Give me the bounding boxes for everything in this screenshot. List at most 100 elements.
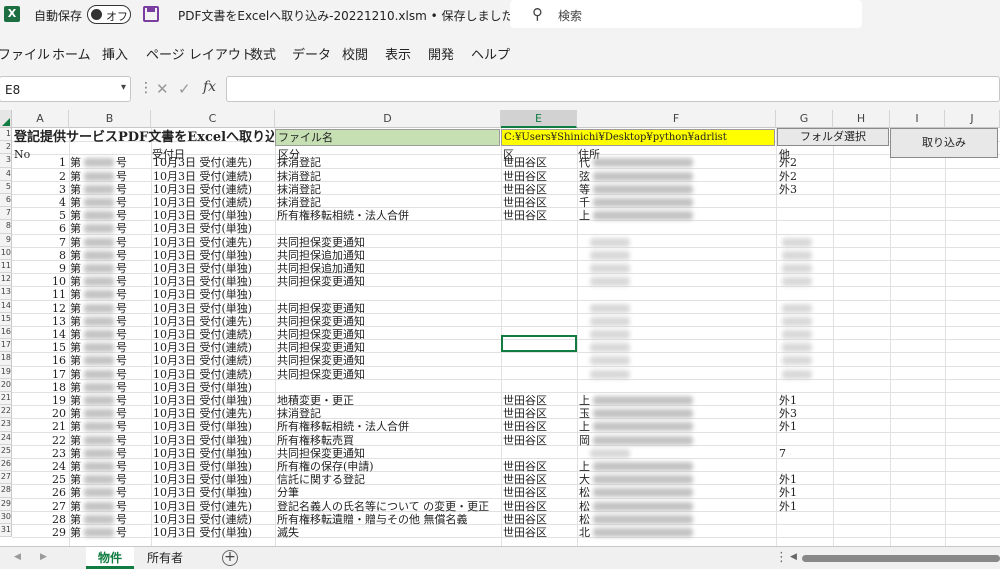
row-header-13[interactable]: 13	[0, 286, 12, 300]
cell-number-prefix[interactable]: 第	[70, 526, 84, 539]
cell-receipt-date[interactable]: 10月3日 受付(単独)	[153, 302, 275, 315]
cell-receipt-date[interactable]: 10月3日 受付(単独)	[153, 473, 275, 486]
cell-number-prefix[interactable]: 第	[70, 183, 84, 196]
cell-receipt-date[interactable]: 10月3日 受付(単独)	[153, 460, 275, 473]
menu-view[interactable]: 表示	[385, 44, 411, 63]
cell-number-suffix[interactable]: 号	[116, 447, 130, 460]
cell-category[interactable]: 信託に関する登記	[277, 473, 501, 486]
menu-home[interactable]: ホーム	[52, 44, 91, 63]
row-header-24[interactable]: 24	[0, 431, 12, 445]
row-header-4[interactable]: 4	[0, 167, 12, 181]
column-header-b[interactable]: B	[69, 110, 151, 128]
column-header-f[interactable]: F	[577, 110, 776, 128]
cell-number-prefix[interactable]: 第	[70, 262, 84, 275]
cell-category[interactable]: 共同担保変更通知	[277, 236, 501, 249]
insert-function-icon[interactable]: fx	[203, 79, 216, 95]
row-header-6[interactable]: 6	[0, 194, 12, 208]
cell-number-suffix[interactable]: 号	[116, 394, 130, 407]
cell-number-suffix[interactable]: 号	[116, 222, 130, 235]
column-header-j[interactable]: J	[945, 110, 1000, 128]
cell-number-prefix[interactable]: 第	[70, 196, 84, 209]
cell-receipt-date[interactable]: 10月3日 受付(連続)	[153, 368, 275, 381]
row-header-1[interactable]: 1	[0, 128, 12, 142]
cell-no[interactable]: 28	[12, 513, 66, 526]
cell-category[interactable]: 共同担保追加通知	[277, 249, 501, 262]
cell-category[interactable]: 共同担保変更通知	[277, 354, 501, 367]
cell-number-suffix[interactable]: 号	[116, 381, 130, 394]
cell-other[interactable]: 外3	[779, 183, 829, 196]
cell-no[interactable]: 4	[12, 196, 66, 209]
cell-category[interactable]: 登記名義人の氏名等について の変更・更正	[277, 500, 501, 513]
cell-category[interactable]: 共同担保変更通知	[277, 341, 501, 354]
cell-receipt-date[interactable]: 10月3日 受付(単独)	[153, 222, 275, 235]
cell-receipt-date[interactable]: 10月3日 受付(単独)	[153, 275, 275, 288]
cell-no[interactable]: 5	[12, 209, 66, 222]
row-header-29[interactable]: 29	[0, 497, 12, 511]
cell-address[interactable]: 北	[579, 526, 593, 539]
cancel-icon[interactable]: ✕	[156, 80, 169, 98]
cell-category[interactable]: 共同担保変更通知	[277, 447, 501, 460]
sheet-tab-owner[interactable]: 所有者	[136, 547, 194, 569]
cell-address[interactable]: 松	[579, 500, 593, 513]
cell-address[interactable]: 松	[579, 513, 593, 526]
cell-receipt-date[interactable]: 10月3日 受付(連先)	[153, 156, 275, 169]
cell-ward[interactable]: 世田谷区	[503, 394, 577, 407]
cell-number-suffix[interactable]: 号	[116, 434, 130, 447]
cell-address[interactable]: 上	[579, 460, 593, 473]
menu-help[interactable]: ヘルプ	[471, 44, 510, 63]
cell-category[interactable]: 共同担保追加通知	[277, 262, 501, 275]
cell-category[interactable]: 抹消登記	[277, 183, 501, 196]
formula-input[interactable]	[226, 76, 1000, 102]
cell-no[interactable]: 9	[12, 262, 66, 275]
active-cell-e8[interactable]	[501, 335, 577, 352]
cell-no[interactable]: 23	[12, 447, 66, 460]
import-button[interactable]: 取り込み	[890, 128, 998, 158]
cell-number-suffix[interactable]: 号	[116, 249, 130, 262]
cell-other[interactable]: 7	[779, 447, 829, 460]
spreadsheet-grid[interactable]: ABCDEFGHIJ 1 2 3 4 5 6 7 8 9 10 11 12 13 14 15 16 17 18 19…	[0, 110, 1000, 546]
cell-number-suffix[interactable]: 号	[116, 513, 130, 526]
cell-number-prefix[interactable]: 第	[70, 500, 84, 513]
menu-formulas[interactable]: 数式	[250, 44, 276, 63]
cell-ward[interactable]: 世田谷区	[503, 500, 577, 513]
path-cell[interactable]: C:¥Users¥Shinichi¥Desktop¥python¥adrlist	[501, 129, 775, 146]
cell-ward[interactable]: 世田谷区	[503, 196, 577, 209]
cell-number-suffix[interactable]: 号	[116, 473, 130, 486]
document-title[interactable]: PDF文書をExcelへ取り込み-20221210.xlsm • 保存しました …	[178, 7, 526, 24]
column-header-i[interactable]: I	[890, 110, 945, 128]
cell-no[interactable]: 17	[12, 368, 66, 381]
chevron-down-icon[interactable]: ▾	[121, 82, 126, 93]
cell-receipt-date[interactable]: 10月3日 受付(連続)	[153, 170, 275, 183]
cell-category[interactable]: 共同担保変更通知	[277, 315, 501, 328]
cell-number-prefix[interactable]: 第	[70, 315, 84, 328]
cell-no[interactable]: 24	[12, 460, 66, 473]
add-sheet-icon[interactable]: +	[222, 550, 238, 566]
row-header-17[interactable]: 17	[0, 339, 12, 353]
menu-review[interactable]: 校閲	[342, 44, 368, 63]
row-header-3[interactable]: 3	[0, 154, 12, 168]
cell-address[interactable]: 弦	[579, 170, 593, 183]
cell-number-prefix[interactable]: 第	[70, 394, 84, 407]
cell-no[interactable]: 3	[12, 183, 66, 196]
cell-ward[interactable]: 世田谷区	[503, 473, 577, 486]
cell-ward[interactable]: 世田谷区	[503, 209, 577, 222]
cell-ward[interactable]: 世田谷区	[503, 460, 577, 473]
cell-no[interactable]: 19	[12, 394, 66, 407]
cell-number-prefix[interactable]: 第	[70, 420, 84, 433]
cell-address[interactable]: 等	[579, 183, 593, 196]
cell-number-prefix[interactable]: 第	[70, 222, 84, 235]
cell-receipt-date[interactable]: 10月3日 受付(連続)	[153, 196, 275, 209]
cell-receipt-date[interactable]: 10月3日 受付(連先)	[153, 500, 275, 513]
row-header-11[interactable]: 11	[0, 260, 12, 274]
row-header-10[interactable]: 10	[0, 246, 12, 260]
cell-other[interactable]: 外1	[779, 486, 829, 499]
cell-address[interactable]: 松	[579, 486, 593, 499]
cell-receipt-date[interactable]: 10月3日 受付(単独)	[153, 447, 275, 460]
cell-number-prefix[interactable]: 第	[70, 354, 84, 367]
cell-no[interactable]: 8	[12, 249, 66, 262]
cell-number-prefix[interactable]: 第	[70, 209, 84, 222]
cell-category[interactable]: 所有権移転売買	[277, 434, 501, 447]
scrollbar-thumb[interactable]	[802, 555, 1000, 562]
cell-ward[interactable]: 世田谷区	[503, 170, 577, 183]
row-header-14[interactable]: 14	[0, 299, 12, 313]
